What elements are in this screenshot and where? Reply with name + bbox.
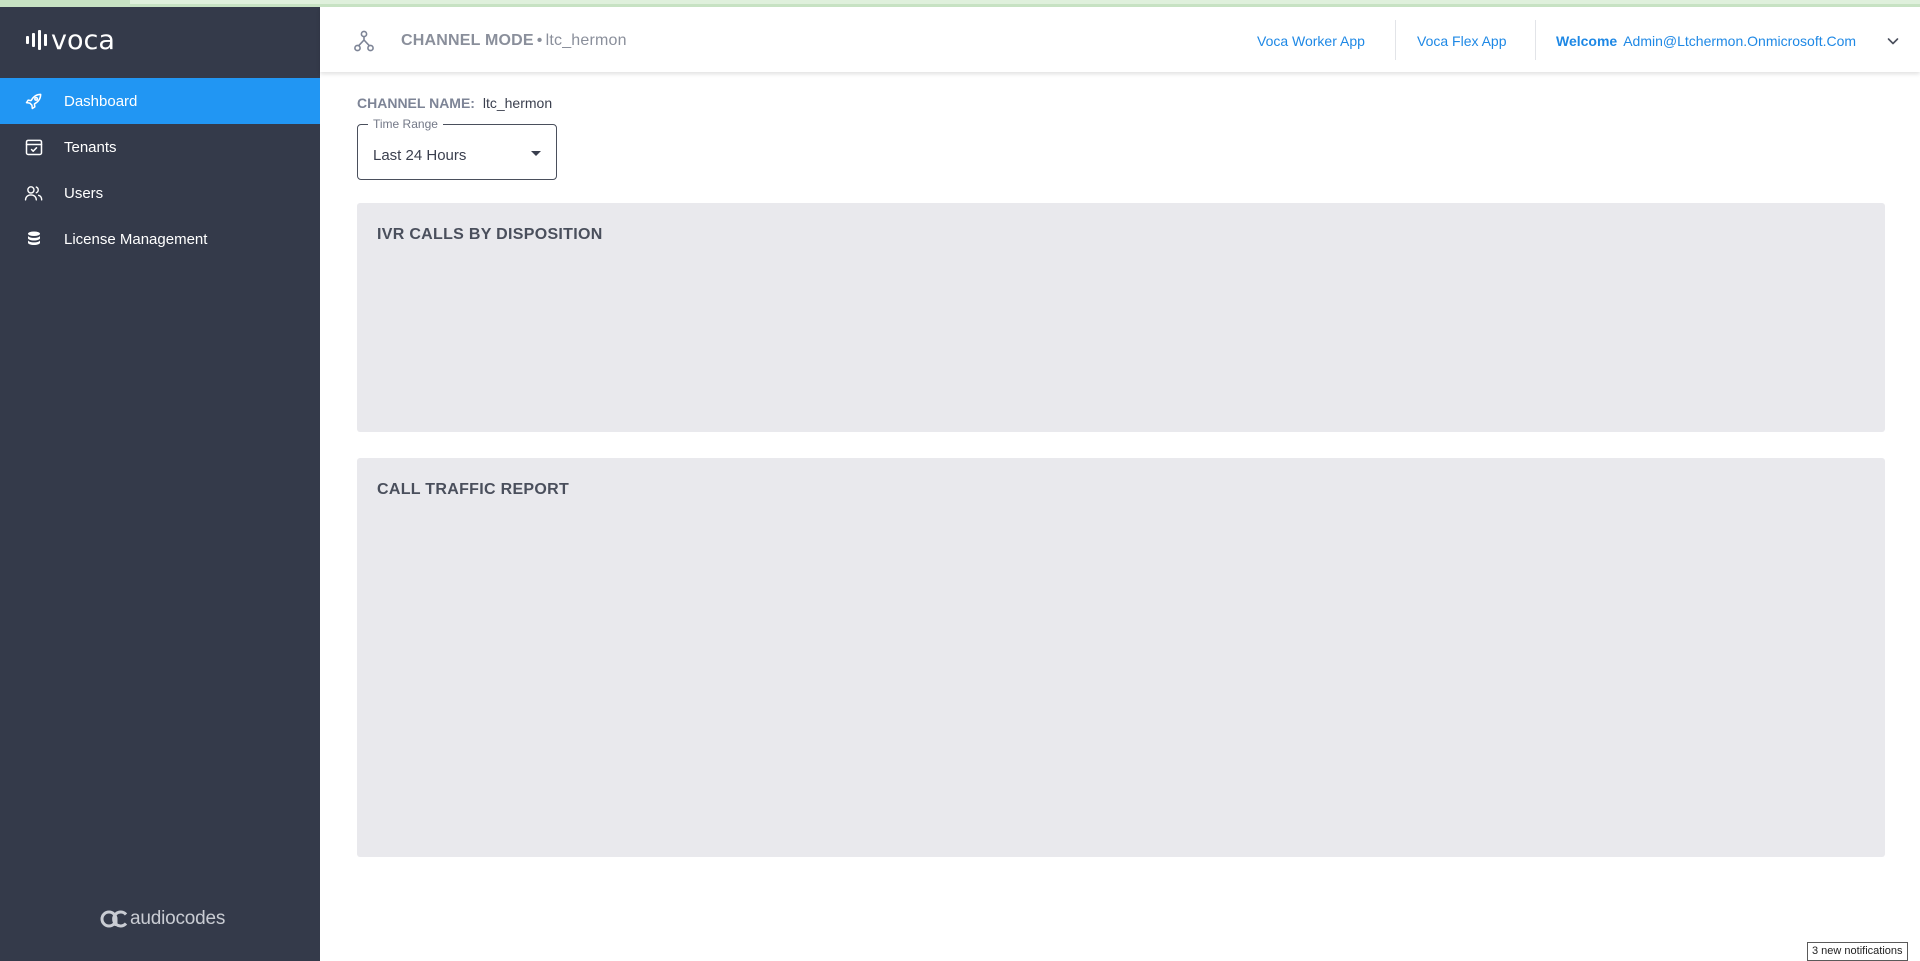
chevron-down-icon[interactable] <box>1886 34 1900 48</box>
sidebar-item-dashboard[interactable]: Dashboard <box>0 78 320 124</box>
time-range-select[interactable]: Time Range Last 24 Hours <box>357 117 557 180</box>
notifications-badge[interactable]: 3 new notifications <box>1807 942 1908 961</box>
voca-flex-app-link[interactable]: Voca Flex App <box>1417 33 1507 49</box>
channel-mode-value: ltc_hermon <box>545 32 627 49</box>
sidebar-item-label: Dashboard <box>64 92 138 110</box>
call-traffic-report-panel: CALL TRAFFIC REPORT <box>357 458 1885 857</box>
header-divider <box>1395 20 1396 60</box>
channel-mode-label: CHANNEL MODE • ltc_hermon <box>401 32 627 49</box>
voca-worker-app-link[interactable]: Voca Worker App <box>1257 33 1365 49</box>
browser-loading-strip <box>0 0 1920 7</box>
panel-title: IVR CALLS BY DISPOSITION <box>377 226 603 243</box>
top-header: CHANNEL MODE • ltc_hermon Voca Worker App … <box>320 7 1920 72</box>
voca-logo-bars-icon <box>26 30 47 50</box>
sidebar-item-label: Tenants <box>64 138 117 156</box>
channel-name-label: CHANNEL NAME: <box>357 95 475 111</box>
panel-title: CALL TRAFFIC REPORT <box>377 481 570 498</box>
sidebar-item-label: Users <box>64 184 104 202</box>
time-range-legend: Time Range <box>368 117 443 131</box>
sidebar-nav: Dashboard Tenants Users License Manageme… <box>0 78 320 262</box>
channel-mode-title: CHANNEL MODE <box>401 32 534 49</box>
channel-name-row: CHANNEL NAME: ltc_hermon <box>357 95 552 111</box>
audiocodes-logo: audiocodes <box>100 908 225 930</box>
voca-logo-text: voca <box>51 24 115 56</box>
sidebar: voca Dashboard Tenants Users License Man… <box>0 0 320 961</box>
database-icon <box>24 229 44 249</box>
calendar-check-icon <box>24 137 44 157</box>
sidebar-item-users[interactable]: Users <box>0 170 320 216</box>
sidebar-item-tenants[interactable]: Tenants <box>0 124 320 170</box>
sidebar-item-license-management[interactable]: License Management <box>0 216 320 262</box>
audiocodes-logo-icon <box>100 910 128 928</box>
sidebar-item-label: License Management <box>64 230 208 248</box>
ivr-calls-by-disposition-panel: IVR CALLS BY DISPOSITION <box>357 203 1885 432</box>
user-menu[interactable]: Welcome Admin@Ltchermon.Onmicrosoft.Com <box>1556 33 1856 49</box>
users-icon <box>24 183 44 203</box>
user-email: Admin@Ltchermon.Onmicrosoft.Com <box>1623 33 1857 49</box>
audiocodes-logo-text: audiocodes <box>130 908 226 929</box>
dropdown-arrow-icon <box>531 151 541 156</box>
header-divider <box>1535 20 1536 60</box>
channel-name-value: ltc_hermon <box>482 95 553 111</box>
rocket-icon <box>24 91 44 111</box>
welcome-label: Welcome <box>1556 33 1618 49</box>
channel-mode-icon <box>354 30 374 52</box>
voca-logo[interactable]: voca <box>26 24 115 56</box>
time-range-value: Last 24 Hours <box>373 147 467 164</box>
